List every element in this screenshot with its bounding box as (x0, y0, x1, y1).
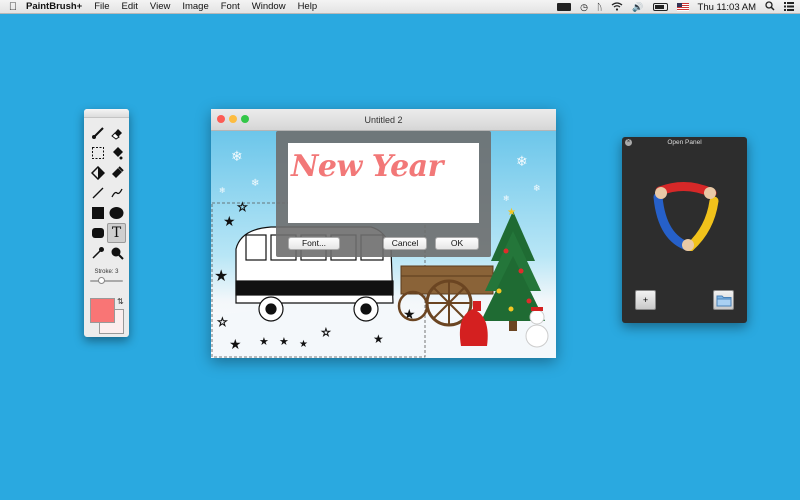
time-machine-icon[interactable]: ◷ (580, 2, 588, 12)
svg-text:☆: ☆ (237, 200, 248, 214)
apple-icon[interactable]:  (0, 1, 26, 13)
add-button[interactable]: + (635, 290, 656, 310)
zoom-tool[interactable] (107, 243, 126, 263)
svg-text:★: ★ (259, 335, 269, 348)
menu-help[interactable]: Help (298, 1, 318, 12)
menu-font[interactable]: Font (221, 1, 240, 12)
marquee-icon (91, 147, 104, 159)
fill-tool[interactable] (107, 143, 126, 163)
status-area: ◷ ᚢ 🔊 Thu 11:03 AM (557, 0, 794, 14)
paint-bucket-icon (112, 147, 123, 160)
close-icon[interactable]: × (625, 139, 632, 146)
menu-edit[interactable]: Edit (122, 1, 138, 12)
menu-window[interactable]: Window (252, 1, 286, 12)
lasso-fill-icon (90, 166, 105, 180)
svg-text:❄: ❄ (516, 154, 528, 170)
foreground-color-well[interactable] (90, 298, 115, 323)
svg-text:☆: ☆ (321, 326, 331, 339)
svg-text:★: ★ (507, 207, 516, 218)
line-icon (92, 187, 103, 199)
ok-button[interactable]: OK (435, 237, 479, 250)
wifi-icon[interactable] (611, 1, 623, 13)
notification-center-icon[interactable] (784, 1, 794, 13)
minimize-button[interactable] (229, 115, 237, 123)
spotlight-icon[interactable] (765, 1, 775, 13)
text-entry-field[interactable]: New Year (288, 143, 479, 223)
magnifier-icon (111, 247, 124, 260)
rectangle-icon (91, 207, 104, 219)
line-tool[interactable] (88, 183, 107, 203)
volume-icon[interactable]: 🔊 (632, 2, 643, 12)
swap-colors-icon[interactable]: ⇅ (117, 297, 124, 306)
eraser-icon (110, 129, 122, 140)
menu-view[interactable]: View (150, 1, 170, 12)
close-button[interactable] (217, 115, 225, 123)
eyedropper-icon (91, 247, 104, 259)
svg-text:★: ★ (373, 332, 384, 346)
svg-text:★: ★ (279, 335, 289, 348)
tools-titlebar[interactable] (84, 109, 129, 118)
menu-bar:  PaintBrush+ File Edit View Image Font … (0, 0, 800, 14)
document-titlebar[interactable]: Untitled 2 (211, 109, 556, 131)
svg-text:★: ★ (223, 214, 236, 230)
paintbrush-logo-icon (653, 182, 719, 251)
svg-text:❄: ❄ (219, 186, 226, 195)
text-tool-icon: T (111, 225, 122, 241)
tools-palette: T Stroke: 3 ⇅ (84, 109, 129, 337)
brush-tool[interactable] (88, 123, 107, 143)
document-title: Untitled 2 (364, 115, 403, 125)
us-flag-icon[interactable] (676, 3, 689, 11)
svg-text:★: ★ (214, 266, 228, 285)
cancel-button[interactable]: Cancel (383, 237, 427, 250)
dropper-fill-tool[interactable] (107, 163, 126, 183)
font-button[interactable]: Font... (288, 237, 340, 250)
menubar-clock[interactable]: Thu 11:03 AM (698, 2, 756, 13)
curve-icon (110, 188, 123, 198)
menu-image[interactable]: Image (182, 1, 208, 12)
open-panel: × Open Panel + (622, 137, 747, 323)
stroke-label: Stroke: 3 (94, 269, 119, 275)
rounded-rectangle-icon (91, 228, 104, 238)
eraser-tool[interactable] (107, 123, 126, 143)
bucket-pour-icon (111, 166, 124, 178)
tool-grid: T (88, 123, 126, 263)
svg-text:❄: ❄ (503, 194, 510, 203)
stroke-slider-knob[interactable] (98, 277, 105, 284)
folder-icon (716, 295, 731, 306)
stroke-slider[interactable] (90, 277, 123, 284)
text-tool[interactable]: T (107, 223, 126, 243)
free-select-tool[interactable] (88, 163, 107, 183)
svg-text:❄: ❄ (251, 178, 259, 189)
svg-text:❄: ❄ (231, 149, 243, 165)
svg-text:★: ★ (299, 339, 308, 350)
folder-button[interactable] (713, 290, 734, 310)
battery-app-icon[interactable] (557, 3, 572, 11)
battery-icon[interactable] (652, 3, 668, 11)
ellipse-icon (109, 207, 124, 219)
rect-select-tool[interactable] (88, 143, 107, 163)
open-panel-title: Open Panel (667, 139, 702, 146)
bluetooth-icon[interactable]: ᚢ (597, 2, 602, 12)
menu-file[interactable]: File (94, 1, 109, 12)
eyedropper-tool[interactable] (88, 243, 107, 263)
rectangle-tool[interactable] (88, 203, 107, 223)
svg-text:★: ★ (229, 337, 242, 353)
curve-tool[interactable] (107, 183, 126, 203)
zoom-button[interactable] (241, 115, 249, 123)
text-entry-dialog: New Year Font... Cancel OK (276, 131, 491, 257)
svg-text:☆: ☆ (217, 315, 228, 329)
menu-app-name[interactable]: PaintBrush+ (26, 1, 82, 12)
svg-text:❄: ❄ (533, 184, 541, 194)
rounded-rect-tool[interactable] (88, 223, 107, 243)
ellipse-tool[interactable] (107, 203, 126, 223)
brush-icon (91, 127, 104, 139)
